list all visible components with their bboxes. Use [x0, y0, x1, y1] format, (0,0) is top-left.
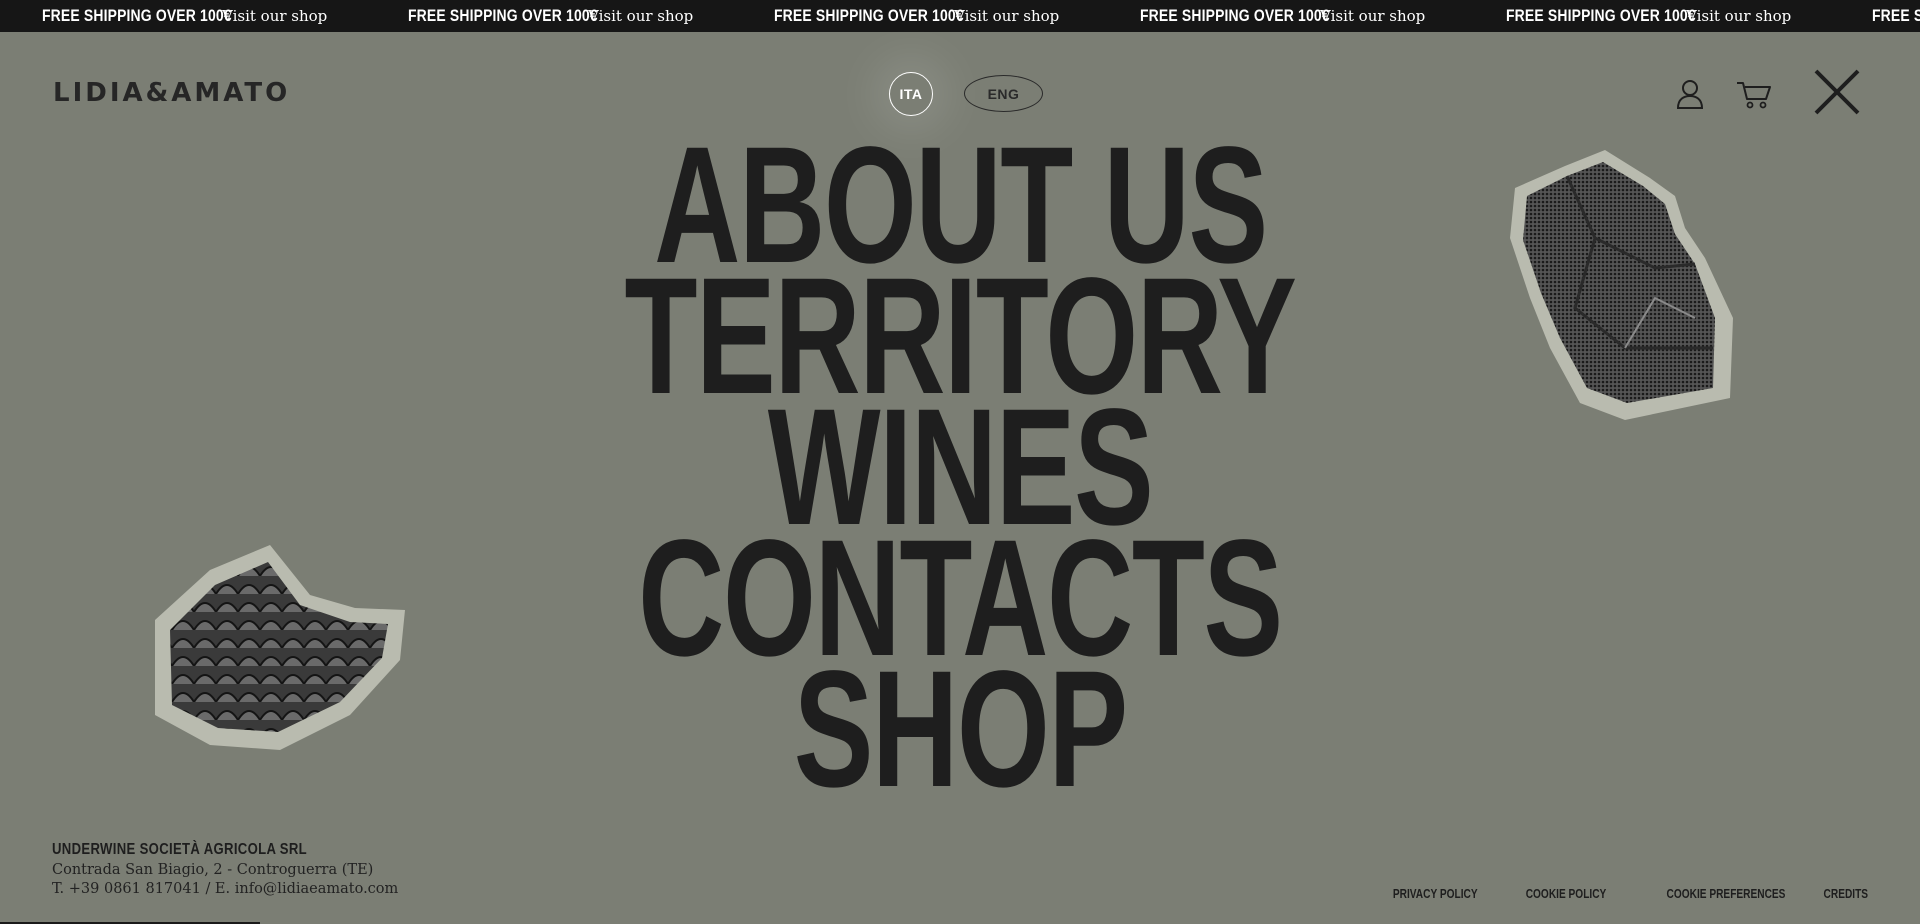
ticker-shop-link[interactable]: Visit our shop — [222, 7, 408, 25]
cart-icon[interactable] — [1736, 79, 1772, 113]
cookie-preferences-link[interactable]: COOKIE PREFERENCES — [1666, 886, 1785, 901]
ticker-promo-text: FREE SHIPPING OVER 100€ — [1506, 6, 1696, 25]
ticker-shop-link[interactable]: Visit our shop — [1320, 7, 1506, 25]
ticker-promo-text: FREE SHIPPING OVER 100€ — [408, 6, 598, 25]
ticker-promo-text: FREE SHIPPING OVER 100€ — [42, 6, 232, 25]
credits-link[interactable]: CREDITS — [1823, 886, 1868, 901]
language-ita-button[interactable]: ITA — [889, 72, 933, 116]
brand-logo[interactable]: LIDIA&AMATO — [53, 78, 290, 108]
company-contact[interactable]: T. +39 0861 817041 / E. info@lidiaeamato… — [52, 881, 398, 897]
user-icon[interactable] — [1676, 79, 1704, 113]
rock-illustration — [1505, 148, 1735, 427]
ticker-promo-text: FREE SHIPPING OVER 100€ — [774, 6, 964, 25]
close-menu-icon[interactable] — [1813, 68, 1861, 120]
ticker-track: FREE SHIPPING OVER 100€ Visit our shop F… — [42, 0, 1920, 32]
privacy-policy-link[interactable]: PRIVACY POLICY — [1393, 886, 1478, 901]
company-address: Contrada San Biagio, 2 - Controguerra (T… — [52, 862, 374, 878]
ticker-shop-link[interactable]: Visit our shop — [588, 7, 774, 25]
ticker-promo-text: FREE SH — [1872, 6, 1920, 25]
footer-links: PRIVACY POLICY COOKIE POLICY COOKIE PREF… — [1369, 886, 1868, 901]
ticker-shop-link[interactable]: Visit our shop — [1686, 7, 1872, 25]
promo-ticker: FREE SHIPPING OVER 100€ Visit our shop F… — [0, 0, 1920, 32]
ticker-shop-link[interactable]: Visit our shop — [954, 7, 1140, 25]
language-eng-button[interactable]: ENG — [964, 75, 1043, 112]
menu-item-shop[interactable]: SHOP — [794, 647, 1128, 813]
pinecone-illustration — [150, 540, 410, 759]
cookie-policy-link[interactable]: COOKIE POLICY — [1526, 886, 1607, 901]
ticker-promo-text: FREE SHIPPING OVER 100€ — [1140, 6, 1330, 25]
company-name: UNDERWINE SOCIETÀ AGRICOLA SRL — [52, 841, 307, 858]
